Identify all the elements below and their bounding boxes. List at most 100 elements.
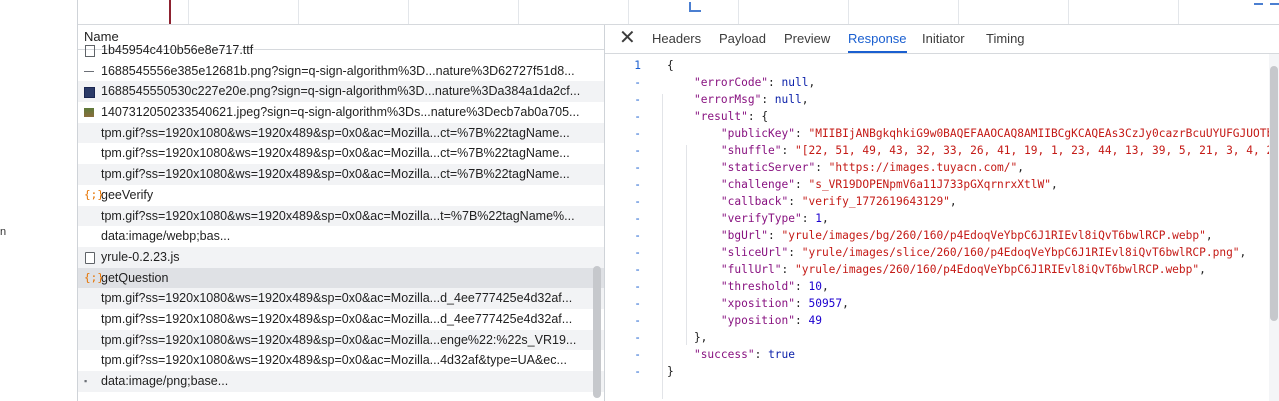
line-number[interactable]: 1 [605,57,641,74]
json-token: : [801,212,816,225]
tab-preview[interactable]: Preview [784,25,830,53]
json-token: "yrule/images/slice/260/160/p4EdoqVeYbpC… [801,246,1240,259]
request-row[interactable]: tpm.gif?ss=1920x1080&ws=1920x489&sp=0x0&… [78,329,604,351]
timeline-grid-line [738,0,739,24]
line-number[interactable]: - [605,142,641,159]
line-number[interactable]: - [605,210,641,227]
line-number[interactable]: - [605,227,641,244]
request-row[interactable]: yrule-0.2.23.js [78,246,604,268]
xhr-icon: {;} [84,187,104,201]
code-text: "xposition": 50957, [667,295,849,312]
request-row[interactable]: 1b45954c410b56e8e717.ttf [78,40,604,61]
json-token: "staticServer" [720,161,816,174]
line-number[interactable]: - [605,295,641,312]
code-line: - "threshold": 10, [605,278,1269,295]
tab-initiator[interactable]: Initiator [922,25,965,53]
request-row[interactable]: tpm.gif?ss=1920x1080&ws=1920x489&sp=0x0&… [78,205,604,227]
request-row[interactable]: tpm.gif?ss=1920x1080&ws=1920x489&sp=0x0&… [78,288,604,309]
line-number[interactable]: - [605,346,641,363]
line-number[interactable]: - [605,176,641,193]
request-row[interactable]: 1688545550530c227e20e.png?sign=q-sign-al… [78,81,604,103]
request-name: tpm.gif?ss=1920x1080&ws=1920x489&sp=0x0&… [101,208,575,223]
json-token: , [1199,263,1206,276]
file-icon [85,45,95,57]
json-token: "MIIBIjANBgkqhkiG9w0BAQEFAAOCAQ8AMIIBCgK… [808,127,1269,140]
json-token: "errorCode" [693,76,769,89]
json-token: "shuffle" [720,144,782,157]
request-row[interactable]: {;} geeVerify [78,185,604,206]
line-number[interactable]: - [605,193,641,210]
response-body[interactable]: 1{- "errorCode": null, - "errorMsg": null… [605,54,1269,401]
code-text: "callback": "verify_1772619643129", [667,193,957,210]
code-text: "sliceUrl": "yrule/images/slice/260/160/… [667,244,1246,261]
request-row[interactable]: tpm.gif?ss=1920x1080&ws=1920x489&sp=0x0&… [78,309,604,330]
code-line: - "result": { [605,108,1269,125]
tab-payload[interactable]: Payload [719,25,766,53]
json-token: "challenge" [720,178,795,191]
line-number[interactable]: - [605,363,641,380]
code-text: "bgUrl": "yrule/images/bg/260/160/p4Edoq… [667,227,1213,244]
json-token: : [768,229,782,242]
code-line: - "xposition": 50957, [605,295,1269,312]
line-number[interactable]: - [605,261,641,278]
request-row[interactable]: 1407312050233540621.jpeg?sign=q-sign-alg… [78,102,604,123]
code-text: "verifyType": 1, [667,210,829,227]
json-token: , [1239,246,1247,259]
json-token: "[22, 51, 49, 43, 32, 33, 26, 41, 19, 1,… [795,144,1269,157]
json-token: : [794,178,809,191]
line-number[interactable]: - [605,329,641,346]
image-icon [84,87,95,99]
request-row[interactable]: ▪ data:image/png;base... [78,371,604,392]
request-name: data:image/png;base... [101,374,229,388]
code-text: "staticServer": "https://images.tuyacn.c… [667,159,1024,176]
code-text: "challenge": "s_VR19DOPENpmV6a11J733pGXq… [667,176,1058,193]
json-token: : [815,161,829,174]
json-token: "threshold" [720,280,795,293]
code-line: - "bgUrl": "yrule/images/bg/260/160/p4Ed… [605,227,1269,244]
tab-response[interactable]: Response [848,25,907,53]
tab-timing[interactable]: Timing [986,25,1025,53]
timeline-grid-line [188,0,189,24]
timeline-grid-line [1178,0,1179,24]
line-number[interactable]: - [605,74,641,91]
request-row[interactable]: tpm.gif?ss=1920x1080&ws=1920x489&sp=0x0&… [78,350,604,371]
code-text: } [667,363,674,380]
line-number[interactable]: - [605,244,641,261]
timeline-load-marker [169,0,171,24]
request-name: tpm.gif?ss=1920x1080&ws=1920x489&sp=0x0&… [101,332,577,347]
request-row[interactable]: tpm.gif?ss=1920x1080&ws=1920x489&sp=0x0&… [78,122,604,144]
tab-headers[interactable]: Headers [652,25,701,53]
image-icon [84,66,95,77]
request-list[interactable]: Name 1b45954c410b56e8e717.ttf 1688545556e… [78,25,604,401]
line-number[interactable]: - [605,278,641,295]
json-token: : [781,144,795,157]
code-text: }, [667,329,707,346]
line-number[interactable]: - [605,91,641,108]
detail-tabbar: ✕ Headers Payload Preview Response Initi… [605,25,1279,54]
request-row-selected[interactable]: {;} getQuestion [78,267,604,289]
request-row[interactable]: 1688545556e385e12681b.png?sign=q-sign-al… [78,61,604,82]
timeline-grid-line [518,0,519,24]
close-icon[interactable]: ✕ [619,27,636,49]
json-token: : [794,314,809,327]
request-row[interactable]: data:image/webp;bas... [78,226,604,247]
response-scrollbar-thumb[interactable] [1270,66,1278,321]
request-name: tpm.gif?ss=1920x1080&ws=1920x489&sp=0x0&… [101,353,567,368]
request-name: 1688545556e385e12681b.png?sign=q-sign-al… [101,63,575,78]
json-token: : [768,76,782,89]
network-timeline-overview[interactable] [78,0,1279,25]
line-number[interactable]: - [605,159,641,176]
line-number[interactable]: - [605,312,641,329]
request-list-scrollbar[interactable] [593,266,601,398]
line-number[interactable]: - [605,108,641,125]
json-token: : [754,348,769,361]
request-row[interactable]: tpm.gif?ss=1920x1080&ws=1920x489&sp=0x0&… [78,143,604,164]
line-number[interactable]: - [605,125,641,142]
json-token: : { [747,110,769,123]
request-row[interactable]: tpm.gif?ss=1920x1080&ws=1920x489&sp=0x0&… [78,164,604,185]
json-token: , [842,297,849,310]
